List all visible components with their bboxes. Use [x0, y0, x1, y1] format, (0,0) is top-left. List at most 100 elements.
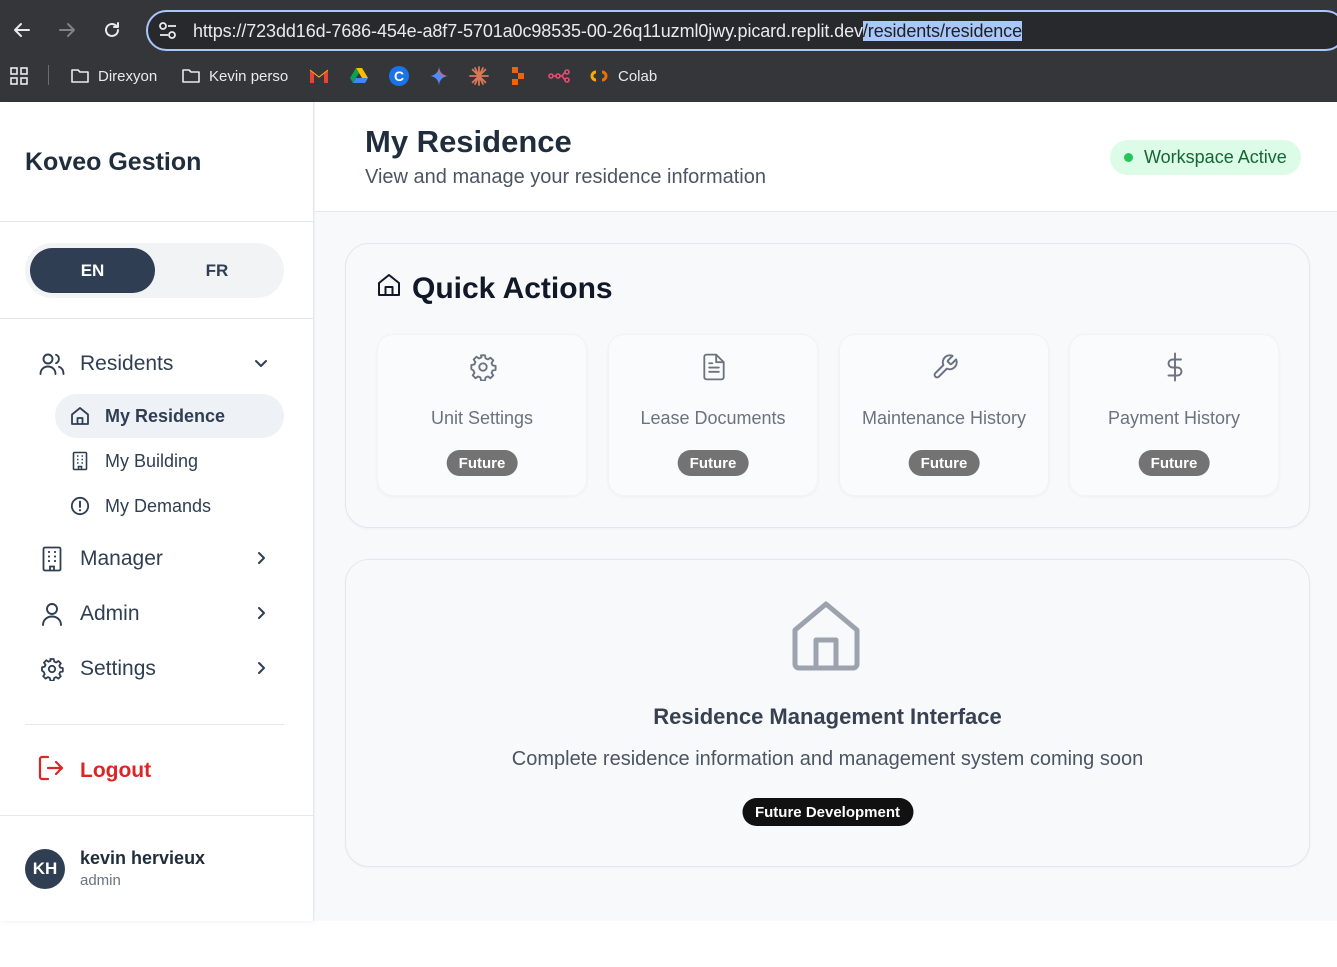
user-profile[interactable]: KH kevin hervieux admin — [25, 848, 205, 889]
workflow-icon[interactable] — [548, 64, 570, 88]
sidebar-item-label: My Building — [105, 450, 199, 471]
status-badge-label: Workspace Active — [1144, 147, 1287, 167]
maintenance-history-tile[interactable]: Maintenance History Future — [839, 334, 1049, 496]
unit-settings-tile[interactable]: Unit Settings Future — [377, 334, 587, 496]
bookmark-separator — [48, 65, 49, 85]
gear-icon — [38, 655, 66, 683]
future-development-badge: Future Development — [741, 798, 914, 826]
sidebar: Koveo Gestion EN FR Residents My Residen… — [0, 102, 314, 921]
user-role: admin — [80, 872, 121, 889]
document-icon — [700, 353, 728, 381]
nav-settings-label: Settings — [80, 657, 156, 680]
divider — [0, 318, 314, 319]
quick-actions-title: Quick Actions — [376, 272, 613, 306]
future-badge: Future — [677, 450, 749, 476]
dollar-icon — [1161, 352, 1189, 382]
gear-icon — [469, 353, 497, 381]
payment-history-tile[interactable]: Payment History Future — [1069, 334, 1279, 496]
folder-icon — [71, 69, 89, 83]
sidebar-item-label: My Residence — [105, 405, 226, 426]
bookmark-label: Kevin perso — [209, 67, 289, 85]
building-icon — [69, 450, 91, 472]
colab-icon — [590, 70, 608, 82]
logout-button[interactable]: Logout — [38, 755, 151, 787]
future-badge: Future — [908, 450, 980, 476]
nav-admin-label: Admin — [80, 602, 140, 625]
chevron-right-icon — [252, 659, 270, 683]
bookmark-direxyon[interactable]: Direxyon — [70, 64, 157, 88]
url-selected: /residents/residence — [862, 21, 1022, 41]
nav-settings[interactable]: Settings — [38, 654, 278, 684]
wrench-icon — [931, 353, 959, 381]
home-icon — [69, 405, 91, 427]
replit-icon[interactable] — [509, 64, 527, 88]
nav-manager-label: Manager — [80, 547, 163, 570]
gemini-icon[interactable] — [429, 64, 449, 88]
drive-icon[interactable] — [349, 64, 369, 88]
folder-icon — [182, 69, 200, 83]
status-dot-icon — [1124, 153, 1133, 162]
reload-icon — [105, 22, 119, 37]
tile-label: Unit Settings — [430, 408, 534, 428]
main-content: My Residence View and manage your reside… — [315, 102, 1337, 921]
status-badge: Workspace Active — [1110, 140, 1301, 175]
brand-title: Koveo Gestion — [25, 148, 202, 176]
page-title: My Residence — [365, 124, 572, 159]
building-icon — [38, 545, 66, 573]
chevron-right-icon — [252, 549, 270, 573]
url-prefix: https://723dd16d-7686-454e-a8f7-5701a0c9… — [193, 21, 863, 41]
divider — [0, 815, 314, 816]
browser-toolbar: https://723dd16d-7686-454e-a8f7-5701a0c9… — [0, 0, 1337, 102]
forward-button[interactable] — [51, 14, 83, 46]
svg-text:C: C — [394, 68, 404, 84]
bookmark-label: Direxyon — [98, 67, 158, 85]
arrow-right-icon — [59, 23, 75, 37]
chevron-down-icon — [252, 354, 270, 378]
sidebar-item-my-residence[interactable]: My Residence — [55, 394, 284, 438]
chevron-right-icon — [252, 604, 270, 628]
page-subtitle: View and manage your residence informati… — [365, 166, 766, 188]
quick-actions-title-label: Quick Actions — [412, 272, 613, 305]
tile-label: Maintenance History — [861, 408, 1027, 428]
address-bar[interactable]: https://723dd16d-7686-454e-a8f7-5701a0c9… — [146, 10, 1337, 51]
sidebar-item-label: My Demands — [105, 495, 212, 516]
apps-icon[interactable] — [9, 64, 29, 88]
c-app-icon[interactable]: C — [388, 64, 410, 88]
home-large-icon — [791, 600, 861, 677]
site-settings-icon[interactable] — [158, 22, 178, 45]
gmail-icon[interactable] — [309, 64, 329, 88]
bookmark-colab[interactable]: Colab — [588, 64, 657, 88]
nav-admin[interactable]: Admin — [38, 599, 278, 629]
tile-label: Lease Documents — [640, 408, 786, 428]
bookmark-label: Colab — [618, 67, 658, 85]
back-button[interactable] — [6, 14, 38, 46]
future-badge: Future — [1138, 450, 1210, 476]
placeholder-title: Residence Management Interface — [653, 704, 1002, 729]
nav-residents[interactable]: Residents — [38, 349, 278, 379]
tile-label: Payment History — [1107, 408, 1241, 428]
sidebar-item-my-building[interactable]: My Building — [55, 439, 284, 483]
arrow-left-icon — [14, 23, 30, 37]
nav-residents-label: Residents — [80, 352, 174, 375]
users-icon — [38, 350, 66, 378]
reload-button[interactable] — [96, 14, 128, 46]
avatar: KH — [25, 848, 65, 889]
page-header: My Residence View and manage your reside… — [315, 102, 1337, 212]
user-icon — [38, 600, 66, 628]
bookmark-kevin-perso[interactable]: Kevin perso — [181, 64, 288, 88]
logout-icon — [38, 755, 66, 787]
divider — [25, 724, 284, 725]
lang-en-button[interactable]: EN — [30, 248, 155, 293]
residence-management-card: Residence Management Interface Complete … — [345, 559, 1310, 867]
divider — [0, 221, 314, 222]
quick-actions-card: Quick Actions Unit Settings Future Lease… — [345, 243, 1310, 528]
logout-label: Logout — [80, 759, 152, 782]
nav-manager[interactable]: Manager — [38, 544, 278, 574]
home-icon — [376, 272, 402, 306]
url-text: https://723dd16d-7686-454e-a8f7-5701a0c9… — [193, 21, 1022, 42]
claude-icon[interactable] — [469, 64, 489, 88]
sidebar-item-my-demands[interactable]: My Demands — [55, 484, 284, 528]
lang-fr-button[interactable]: FR — [155, 248, 279, 293]
future-badge: Future — [446, 450, 518, 476]
lease-documents-tile[interactable]: Lease Documents Future — [608, 334, 818, 496]
